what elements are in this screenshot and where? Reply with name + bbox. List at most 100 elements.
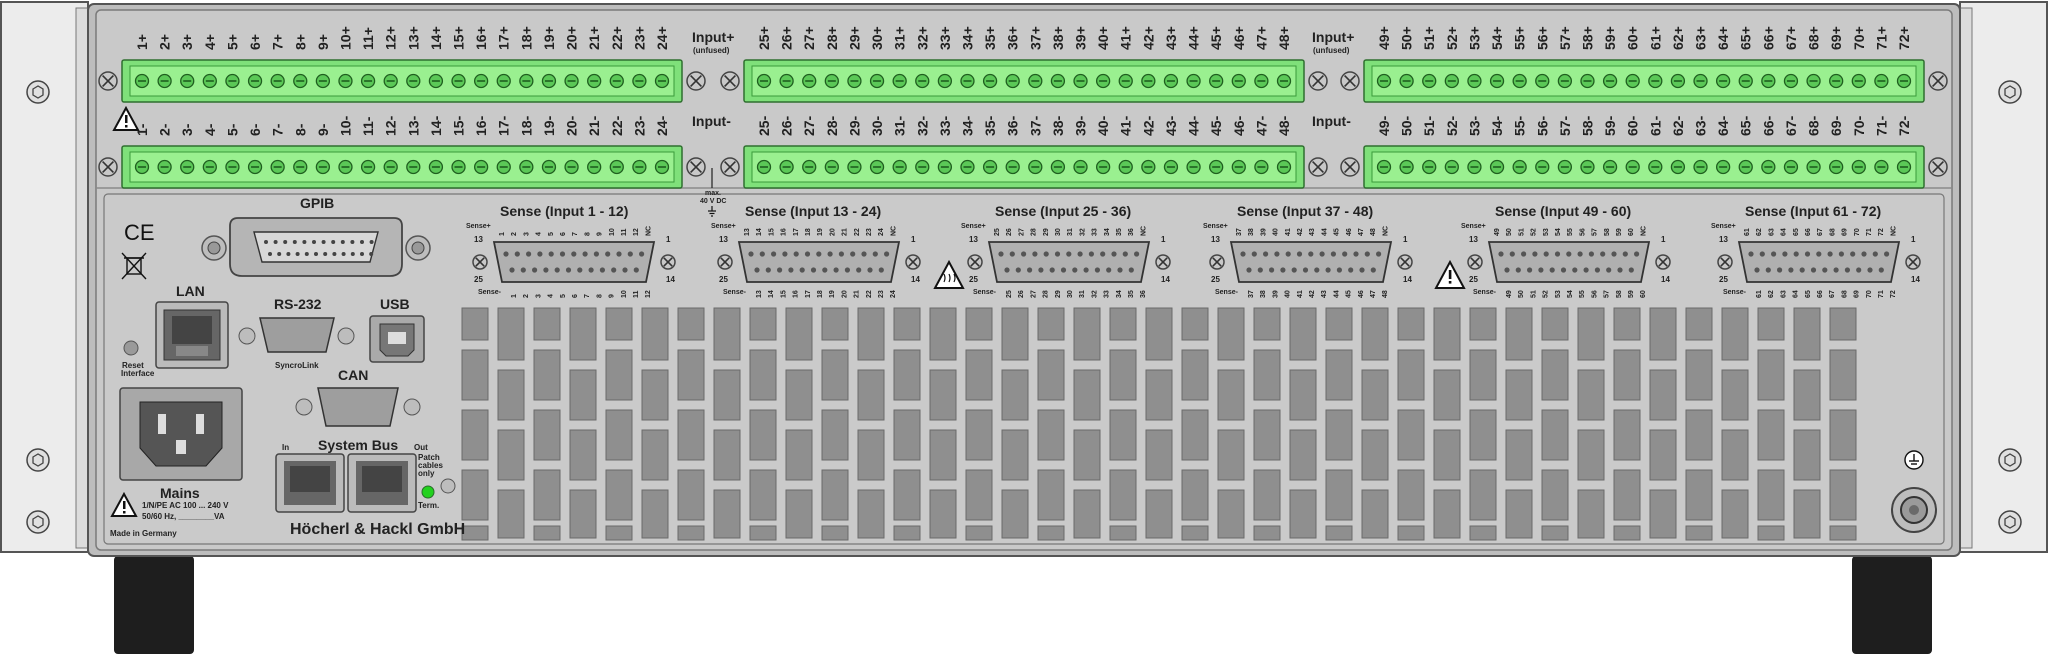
- terminal-screw[interactable]: [982, 73, 998, 89]
- terminal-screw[interactable]: [1467, 73, 1482, 89]
- terminal-screw[interactable]: [1231, 159, 1246, 175]
- terminal-screw[interactable]: [1095, 73, 1111, 89]
- terminal-block-minus[interactable]: [1363, 145, 1925, 189]
- sense-connector[interactable]: [472, 241, 676, 283]
- terminal-screw[interactable]: [1118, 73, 1133, 89]
- terminal-screw[interactable]: [247, 73, 263, 89]
- terminal-screw[interactable]: [1489, 159, 1505, 175]
- terminal-screw[interactable]: [1186, 73, 1201, 89]
- terminal-screw[interactable]: [1580, 159, 1595, 175]
- terminal-screw[interactable]: [157, 159, 172, 175]
- terminal-screw[interactable]: [869, 73, 885, 89]
- terminal-screw[interactable]: [847, 159, 862, 175]
- terminal-screw[interactable]: [496, 159, 511, 175]
- terminal-screw[interactable]: [654, 73, 670, 89]
- terminal-screw[interactable]: [1625, 73, 1640, 89]
- terminal-screw[interactable]: [802, 73, 817, 89]
- terminal-screw[interactable]: [180, 159, 195, 175]
- terminal-screw[interactable]: [1050, 159, 1066, 175]
- terminal-screw[interactable]: [937, 159, 953, 175]
- terminal-screw[interactable]: [779, 73, 794, 89]
- terminal-screw[interactable]: [982, 159, 998, 175]
- terminal-screw[interactable]: [1467, 159, 1482, 175]
- terminal-screw[interactable]: [1625, 159, 1640, 175]
- terminal-screw[interactable]: [1276, 73, 1292, 89]
- terminal-screw[interactable]: [1512, 159, 1527, 175]
- terminal-screw[interactable]: [360, 73, 376, 89]
- terminal-screw[interactable]: [1851, 159, 1866, 175]
- terminal-screw[interactable]: [315, 159, 331, 175]
- terminal-screw[interactable]: [587, 159, 602, 175]
- terminal-screw[interactable]: [756, 159, 772, 175]
- termination-switch[interactable]: [440, 478, 456, 494]
- terminal-screw[interactable]: [892, 159, 907, 175]
- terminal-screw[interactable]: [428, 73, 444, 89]
- terminal-screw[interactable]: [202, 159, 217, 175]
- terminal-screw[interactable]: [960, 159, 975, 175]
- terminal-screw[interactable]: [779, 159, 794, 175]
- terminal-block-plus[interactable]: [1363, 59, 1925, 103]
- terminal-screw[interactable]: [180, 73, 195, 89]
- terminal-screw[interactable]: [451, 159, 466, 175]
- terminal-screw[interactable]: [1422, 73, 1437, 89]
- terminal-screw[interactable]: [1163, 159, 1179, 175]
- terminal-screw[interactable]: [869, 159, 885, 175]
- sense-connector[interactable]: [717, 241, 921, 283]
- terminal-screw[interactable]: [1761, 73, 1776, 89]
- terminal-screw[interactable]: [847, 73, 862, 89]
- terminal-screw[interactable]: [1602, 159, 1618, 175]
- system-bus-out-port[interactable]: [347, 453, 417, 513]
- terminal-screw[interactable]: [1141, 73, 1156, 89]
- terminal-block-plus[interactable]: [121, 59, 683, 103]
- sense-connector[interactable]: [967, 241, 1171, 283]
- terminal-screw[interactable]: [451, 73, 466, 89]
- terminal-screw[interactable]: [564, 73, 579, 89]
- usb-port[interactable]: [369, 315, 425, 363]
- terminal-screw[interactable]: [247, 159, 263, 175]
- terminal-screw[interactable]: [1693, 159, 1708, 175]
- terminal-screw[interactable]: [1512, 73, 1527, 89]
- terminal-screw[interactable]: [473, 73, 489, 89]
- terminal-screw[interactable]: [496, 73, 511, 89]
- terminal-screw[interactable]: [315, 73, 331, 89]
- sense-connector[interactable]: [1717, 241, 1921, 283]
- terminal-screw[interactable]: [824, 73, 839, 89]
- terminal-screw[interactable]: [1557, 73, 1573, 89]
- terminal-screw[interactable]: [1005, 159, 1020, 175]
- terminal-screw[interactable]: [157, 73, 172, 89]
- terminal-screw[interactable]: [1783, 73, 1799, 89]
- terminal-screw[interactable]: [1693, 73, 1708, 89]
- terminal-screw[interactable]: [1399, 73, 1414, 89]
- terminal-screw[interactable]: [1095, 159, 1111, 175]
- terminal-screw[interactable]: [1005, 73, 1020, 89]
- terminal-screw[interactable]: [1715, 73, 1731, 89]
- terminal-screw[interactable]: [1535, 73, 1550, 89]
- terminal-screw[interactable]: [293, 159, 308, 175]
- terminal-block-plus[interactable]: [743, 59, 1305, 103]
- terminal-screw[interactable]: [1376, 73, 1392, 89]
- terminal-screw[interactable]: [338, 159, 353, 175]
- terminal-screw[interactable]: [587, 73, 602, 89]
- terminal-screw[interactable]: [1444, 159, 1459, 175]
- terminal-screw[interactable]: [824, 159, 839, 175]
- terminal-screw[interactable]: [1648, 73, 1663, 89]
- terminal-screw[interactable]: [1535, 159, 1550, 175]
- terminal-screw[interactable]: [519, 159, 534, 175]
- terminal-screw[interactable]: [1580, 73, 1595, 89]
- terminal-screw[interactable]: [1209, 159, 1224, 175]
- terminal-screw[interactable]: [1738, 73, 1753, 89]
- terminal-screw[interactable]: [270, 159, 285, 175]
- terminal-screw[interactable]: [1444, 73, 1459, 89]
- terminal-screw[interactable]: [564, 159, 579, 175]
- terminal-screw[interactable]: [1670, 159, 1686, 175]
- terminal-screw[interactable]: [473, 159, 489, 175]
- terminal-screw[interactable]: [383, 159, 398, 175]
- terminal-screw[interactable]: [632, 73, 647, 89]
- terminal-screw[interactable]: [1829, 73, 1844, 89]
- terminal-screw[interactable]: [406, 159, 421, 175]
- terminal-screw[interactable]: [1896, 159, 1912, 175]
- terminal-screw[interactable]: [960, 73, 975, 89]
- terminal-screw[interactable]: [1829, 159, 1844, 175]
- terminal-screw[interactable]: [915, 159, 930, 175]
- terminal-screw[interactable]: [1186, 159, 1201, 175]
